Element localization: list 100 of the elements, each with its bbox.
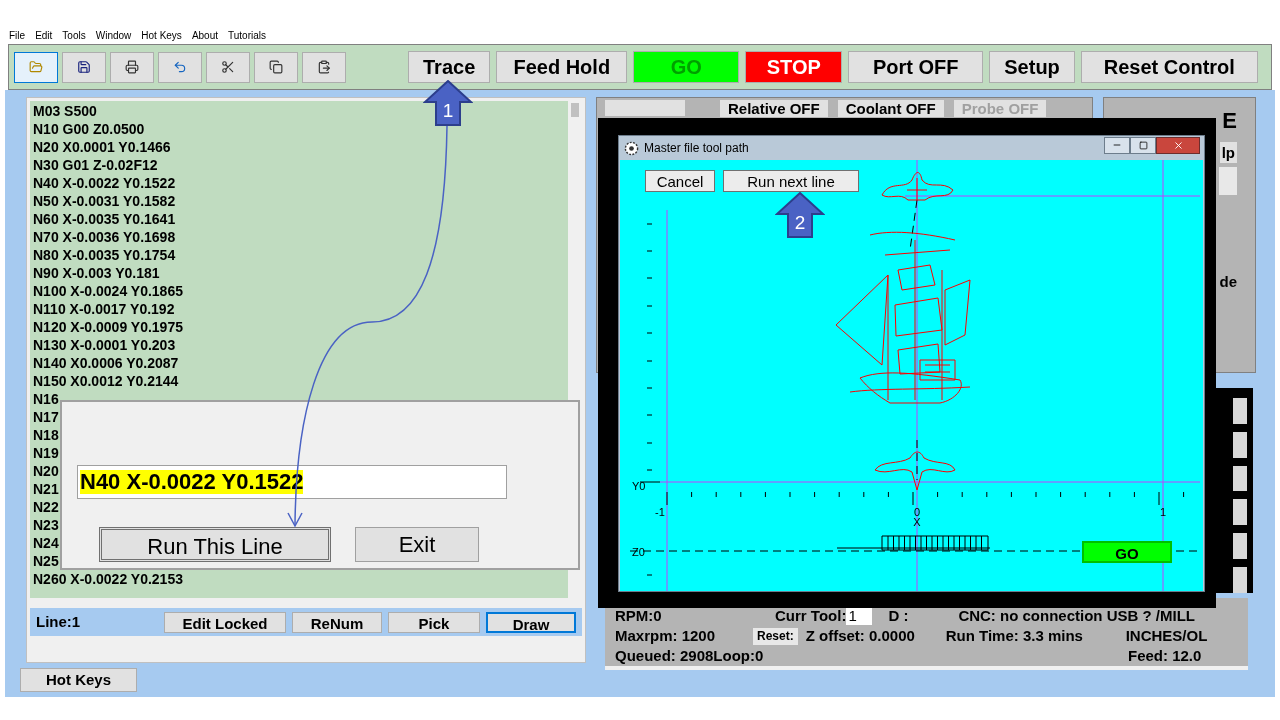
side-button[interactable] bbox=[1233, 499, 1247, 526]
code-line[interactable]: N110 X-0.0017 Y0.192 bbox=[33, 300, 175, 318]
code-line[interactable]: N10 G00 Z0.0500 bbox=[33, 120, 145, 138]
code-line[interactable]: N21 bbox=[33, 480, 59, 498]
code-line[interactable]: N150 X0.0012 Y0.2144 bbox=[33, 372, 179, 390]
minimize-button[interactable] bbox=[1104, 136, 1130, 154]
menu-item[interactable]: About bbox=[191, 30, 218, 44]
status-text: Feed: 12.0 bbox=[1128, 646, 1202, 666]
up-arrow-icon bbox=[775, 192, 825, 238]
code-line[interactable]: N20 bbox=[33, 462, 59, 480]
folder-icon bbox=[29, 60, 43, 74]
axis-label: Z0 bbox=[632, 546, 645, 558]
toolbar-button[interactable]: Setup bbox=[989, 51, 1075, 83]
close-icon bbox=[1172, 139, 1184, 151]
status-text: D : bbox=[888, 606, 910, 626]
side-button[interactable] bbox=[1233, 465, 1247, 492]
axis-label: X bbox=[913, 516, 921, 528]
status-text: INCHES/OL bbox=[1125, 626, 1208, 646]
status-text: Curr Tool: bbox=[775, 606, 847, 626]
status-text: RPM:0 bbox=[615, 606, 663, 626]
code-line[interactable]: N18 bbox=[33, 426, 59, 444]
control-button[interactable]: Coolant OFF bbox=[837, 100, 944, 117]
paste-icon bbox=[317, 60, 331, 74]
axis-label: Y0 bbox=[632, 480, 646, 492]
code-line[interactable]: N70 X-0.0036 Y0.1698 bbox=[33, 228, 176, 246]
code-line[interactable]: N100 X-0.0024 Y0.1865 bbox=[33, 282, 183, 300]
toolbar-button[interactable]: Trace bbox=[408, 51, 491, 83]
callout-number: 2 bbox=[793, 212, 807, 234]
panel-button[interactable]: lp bbox=[1219, 142, 1237, 163]
printer-icon bbox=[125, 60, 139, 74]
tick-label: 1 bbox=[1159, 506, 1167, 518]
panel-heading: E bbox=[1222, 110, 1237, 132]
panel-field[interactable] bbox=[1219, 167, 1237, 195]
code-line[interactable]: N120 X-0.0009 Y0.1975 bbox=[33, 318, 183, 336]
toolbar-button[interactable] bbox=[206, 51, 250, 83]
close-button[interactable] bbox=[1156, 136, 1200, 154]
control-button[interactable]: Relative OFF bbox=[720, 100, 828, 117]
panel-button[interactable]: ReNum bbox=[292, 611, 382, 633]
status-text: Queued: 2908Loop:0 bbox=[615, 646, 765, 666]
toolbar-button[interactable] bbox=[254, 51, 298, 83]
code-line[interactable]: N16 bbox=[33, 390, 59, 408]
side-button[interactable] bbox=[1233, 533, 1247, 560]
dialog-button[interactable]: Exit bbox=[355, 527, 479, 562]
toolbar-button[interactable]: STOP bbox=[745, 51, 843, 83]
toolbar-button[interactable] bbox=[110, 51, 154, 83]
go-button[interactable]: GO bbox=[1082, 541, 1172, 563]
code-line[interactable]: N40 X-0.0022 Y0.1522 bbox=[33, 174, 176, 192]
reset-button[interactable]: Reset: bbox=[753, 627, 798, 645]
toolbar-button[interactable] bbox=[302, 51, 346, 83]
code-line[interactable]: N260 X-0.0022 Y0.2153 bbox=[33, 570, 183, 588]
dialog-button[interactable]: Run This Line bbox=[99, 527, 331, 562]
callout-number: 1 bbox=[441, 100, 455, 122]
code-line[interactable]: N25 bbox=[33, 552, 59, 570]
up-arrow-icon bbox=[423, 80, 473, 126]
side-button[interactable] bbox=[1233, 431, 1247, 458]
code-line[interactable]: N23 bbox=[33, 516, 59, 534]
line-number: Line:1 bbox=[36, 611, 82, 632]
toolbar-button[interactable] bbox=[62, 51, 106, 83]
panel-button[interactable]: Draw bbox=[486, 611, 576, 633]
status-text: CNC: no connection USB ? /MILL bbox=[958, 606, 1196, 626]
gear-icon bbox=[624, 140, 639, 156]
code-line[interactable]: N22 bbox=[33, 498, 59, 516]
hot-keys-button[interactable]: Hot Keys bbox=[20, 668, 137, 692]
code-line[interactable]: N19 bbox=[33, 444, 59, 462]
window-button[interactable]: Run next line bbox=[723, 170, 859, 192]
maximize-icon bbox=[1138, 140, 1148, 150]
status-text: Run Time: 3.3 mins bbox=[945, 626, 1084, 646]
code-line[interactable]: N30 G01 Z-0.02F12 bbox=[33, 156, 158, 174]
undo-icon bbox=[173, 60, 187, 74]
toolbar-button[interactable]: Port OFF bbox=[848, 51, 984, 83]
menu-item[interactable]: Window bbox=[95, 30, 132, 44]
toolbar-button[interactable]: Feed Hold bbox=[496, 51, 628, 83]
menu-item[interactable]: Edit bbox=[35, 30, 53, 44]
copy-icon bbox=[269, 60, 283, 74]
code-line[interactable]: N20 X0.0001 Y0.1466 bbox=[33, 138, 171, 156]
code-line[interactable]: N80 X-0.0035 Y0.1754 bbox=[33, 246, 176, 264]
code-line[interactable]: N130 X-0.0001 Y0.203 bbox=[33, 336, 176, 354]
code-line[interactable]: M03 S500 bbox=[33, 102, 97, 120]
panel-button[interactable]: Edit Locked bbox=[164, 611, 286, 633]
code-line[interactable]: N24 bbox=[33, 534, 59, 552]
tick-label: 0 bbox=[913, 506, 921, 518]
code-line[interactable]: N50 X-0.0031 Y0.1582 bbox=[33, 192, 176, 210]
tick-label: -1 bbox=[655, 506, 665, 518]
panel-button[interactable]: Pick bbox=[388, 611, 480, 633]
code-line[interactable]: N60 X-0.0035 Y0.1641 bbox=[33, 210, 176, 228]
window-button[interactable]: Cancel bbox=[645, 170, 715, 192]
menu-item[interactable]: Hot Keys bbox=[141, 30, 182, 44]
toolbar-button[interactable]: Reset Control bbox=[1080, 51, 1258, 83]
maximize-button[interactable] bbox=[1130, 136, 1156, 154]
code-line[interactable]: N17 bbox=[33, 408, 59, 426]
menu-item[interactable]: Tutorials bbox=[228, 30, 266, 44]
scissors-icon bbox=[221, 60, 235, 74]
window-title: Master file tool path bbox=[644, 140, 749, 157]
status-text: Z offset: 0.0000 bbox=[805, 626, 916, 646]
menu-item[interactable]: File bbox=[9, 30, 26, 44]
code-line[interactable]: N90 X-0.003 Y0.181 bbox=[33, 264, 160, 282]
toolbar-button[interactable] bbox=[14, 51, 58, 83]
status-text: Maxrpm: 1200 bbox=[615, 626, 717, 646]
code-line[interactable]: N140 X0.0006 Y0.2087 bbox=[33, 354, 179, 372]
menu-item[interactable]: Tools bbox=[62, 30, 86, 44]
